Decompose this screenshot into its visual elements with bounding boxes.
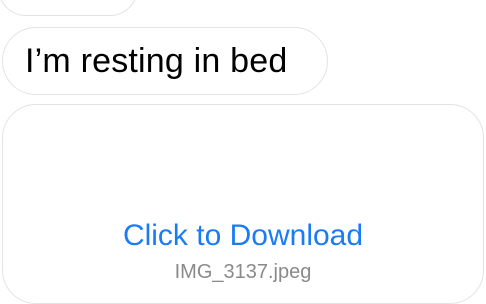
message-bubble: I’m resting in bed (2, 27, 328, 95)
download-link[interactable]: Click to Download (3, 219, 483, 253)
attachment-file-name: IMG_3137.jpeg (174, 261, 312, 283)
previous-message-bubble (0, 0, 138, 16)
attachment-card[interactable]: Click to Download IMG_3137.jpeg (2, 104, 484, 304)
message-text: I’m resting in bed (25, 41, 288, 80)
